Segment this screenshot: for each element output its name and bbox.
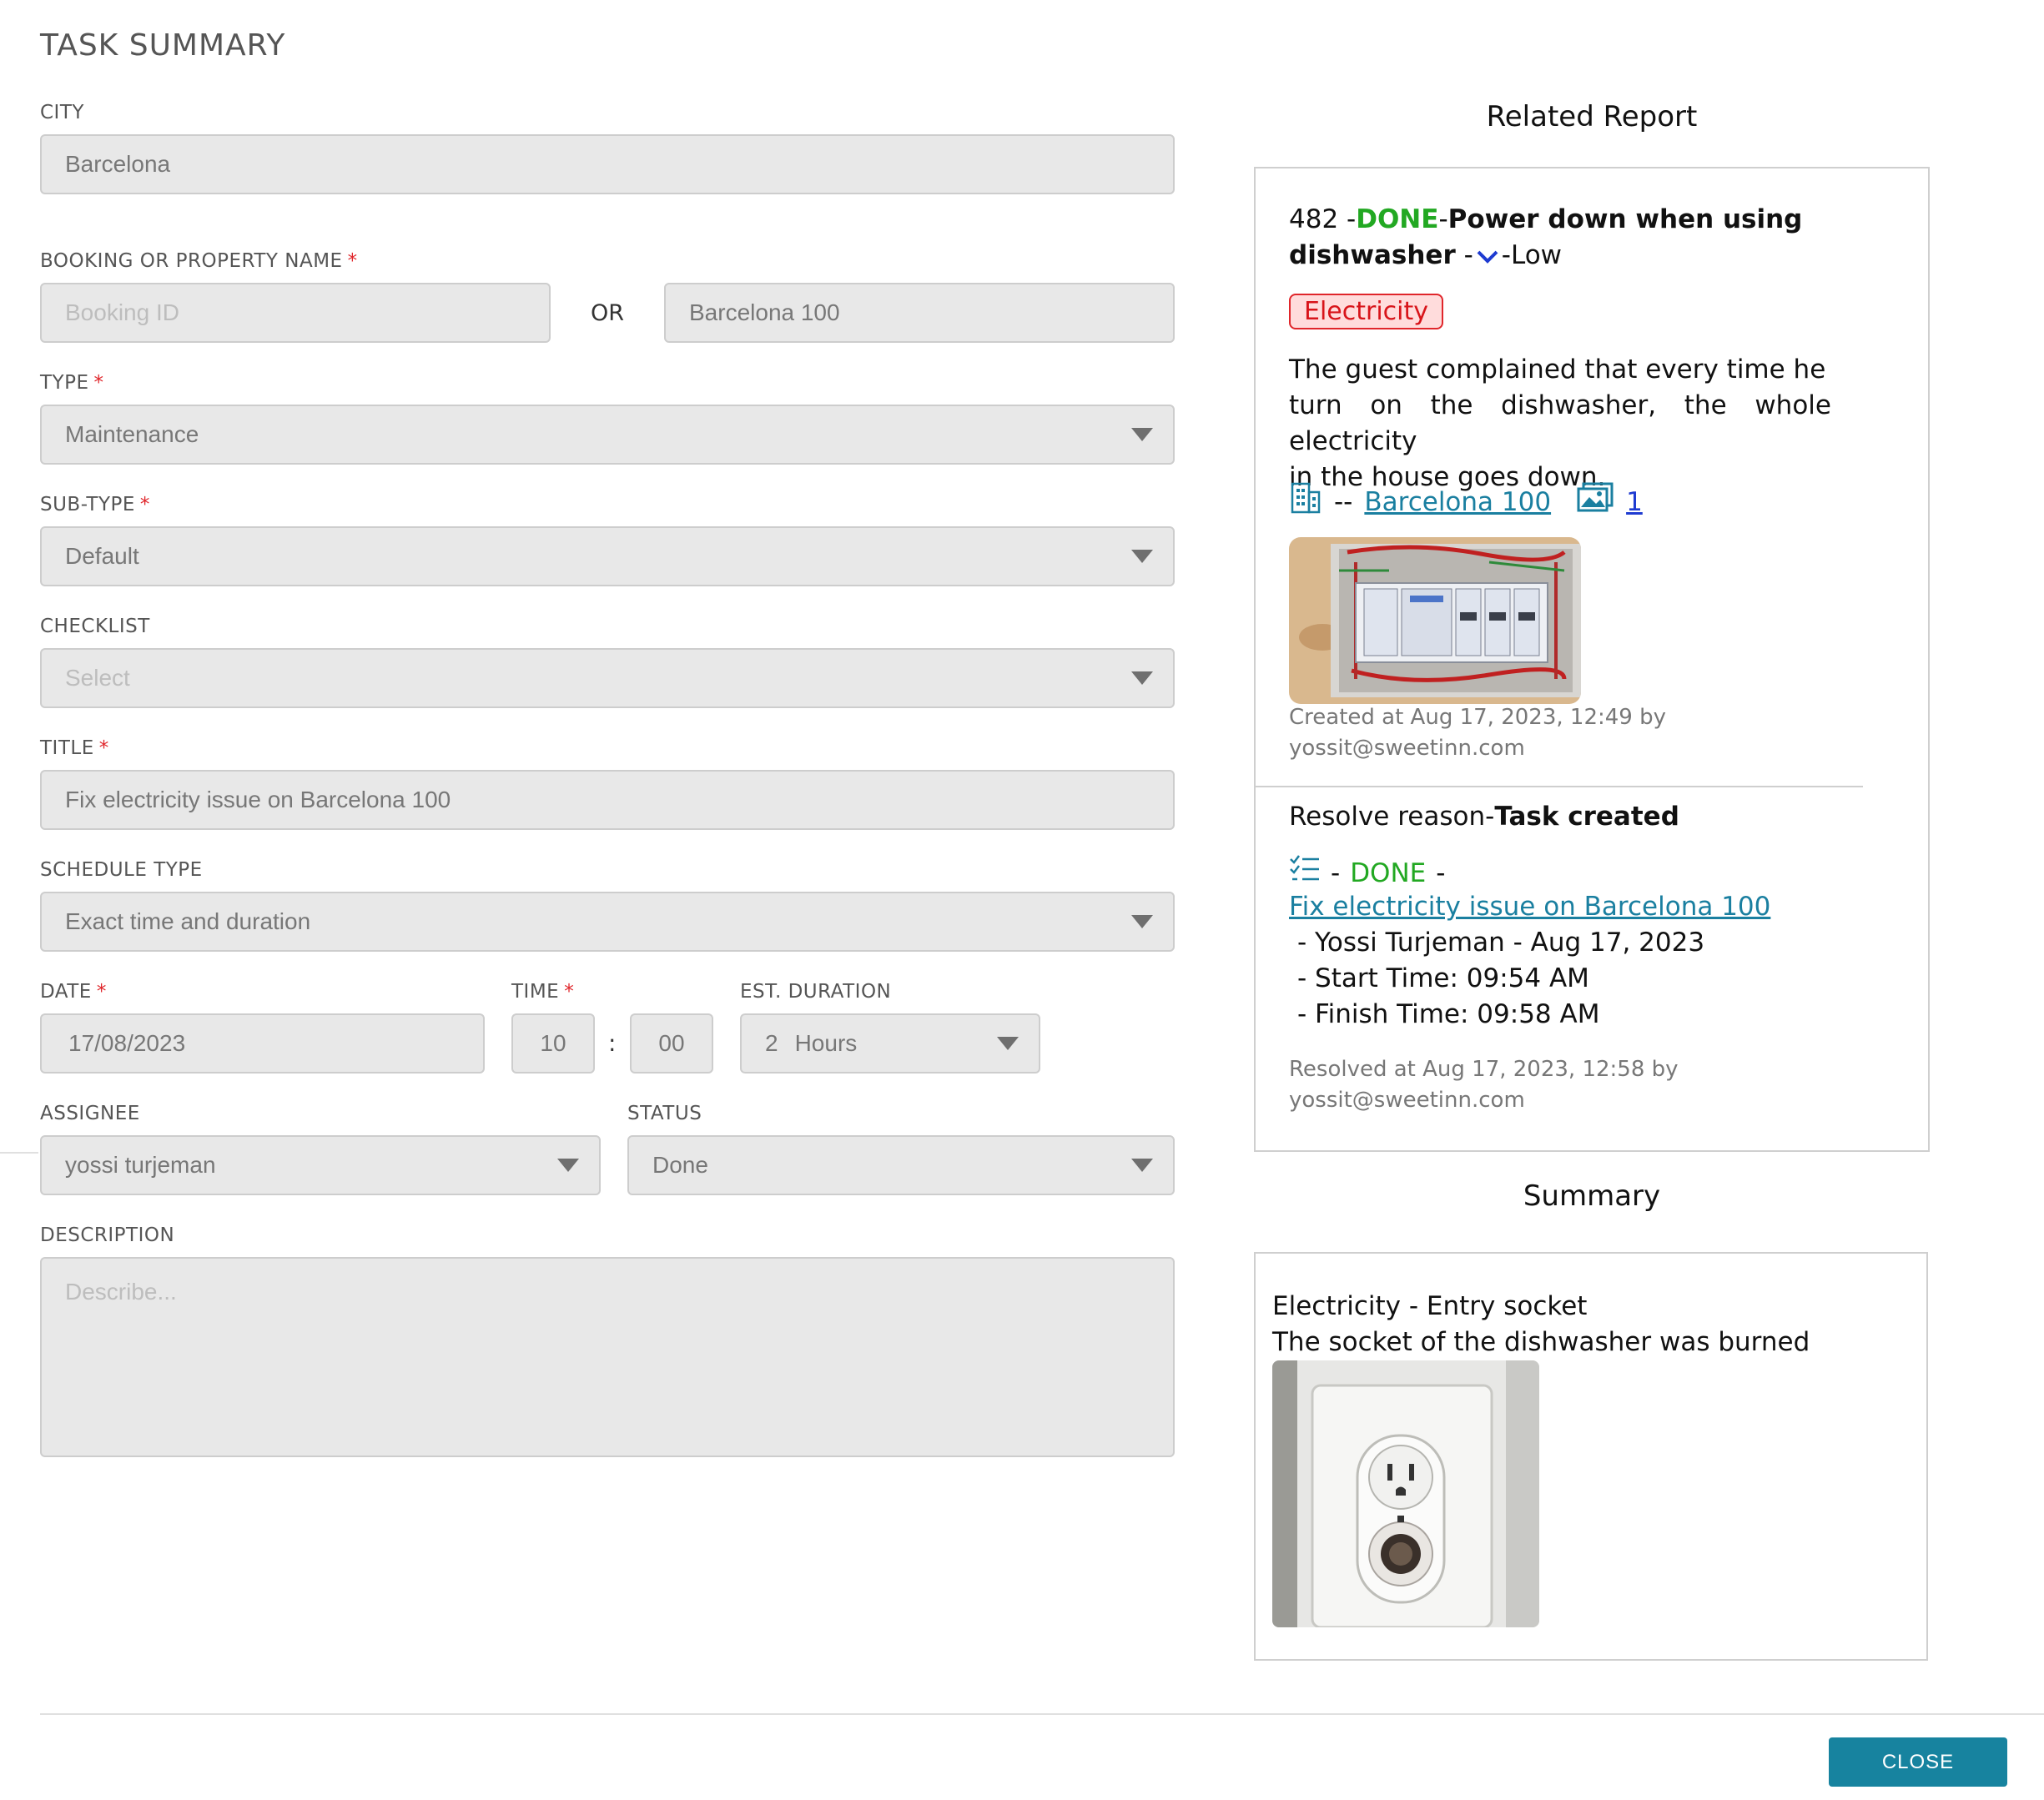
- description-textarea[interactable]: Describe...: [40, 1257, 1175, 1457]
- task-link[interactable]: Fix electricity issue on Barcelona 100: [1289, 892, 1770, 922]
- date-label: DATE *: [40, 981, 107, 1003]
- task-link-block: Fix electricity issue on Barcelona 100 -…: [1289, 892, 1771, 1029]
- category-tag: Electricity: [1289, 294, 1444, 329]
- report-status: DONE: [1356, 204, 1439, 234]
- time-minute-input[interactable]: 00: [630, 1013, 713, 1073]
- booking-label: BOOKING OR PROPERTY NAME *: [40, 250, 358, 272]
- task-status-row: - DONE -: [1289, 854, 1445, 892]
- description-label: DESCRIPTION: [40, 1224, 175, 1246]
- duration-select[interactable]: 2 Hours: [740, 1013, 1040, 1073]
- chevron-down-icon: [1131, 428, 1153, 441]
- time-hour-input[interactable]: 10: [511, 1013, 595, 1073]
- city-field[interactable]: Barcelona: [40, 134, 1175, 194]
- status-label: STATUS: [627, 1103, 702, 1124]
- image-gallery-icon[interactable]: [1576, 481, 1614, 523]
- booking-id-input[interactable]: Booking ID: [40, 283, 551, 343]
- checklist-icon: [1289, 854, 1321, 892]
- type-select[interactable]: Maintenance: [40, 405, 1175, 465]
- assignee-label: ASSIGNEE: [40, 1103, 140, 1124]
- building-icon: [1289, 480, 1322, 524]
- duration-label: EST. DURATION: [740, 981, 892, 1003]
- type-label: TYPE *: [40, 372, 104, 394]
- schedule-type-label: SCHEDULE TYPE: [40, 859, 203, 881]
- time-separator: :: [608, 1029, 617, 1057]
- footer-divider: [40, 1713, 2044, 1715]
- title-input[interactable]: Fix electricity issue on Barcelona 100: [40, 770, 1175, 830]
- checklist-label: CHECKLIST: [40, 616, 150, 637]
- summary-photo[interactable]: [1272, 1360, 1539, 1627]
- photo-count-link[interactable]: 1: [1626, 485, 1643, 520]
- property-link[interactable]: Barcelona 100: [1364, 485, 1551, 520]
- chevron-down-icon: [1477, 239, 1498, 274]
- assignee-select[interactable]: yossi turjeman: [40, 1135, 601, 1195]
- schedule-type-select[interactable]: Exact time and duration: [40, 892, 1175, 952]
- chevron-down-icon: [997, 1037, 1019, 1050]
- report-location-row: -- Barcelona 100 1: [1289, 480, 1643, 524]
- chevron-down-icon: [1131, 1159, 1153, 1172]
- resolve-reason: Resolve reason-Task created: [1289, 802, 1679, 832]
- or-label: OR: [591, 300, 625, 326]
- chevron-down-icon: [1131, 550, 1153, 563]
- report-priority: Low: [1510, 240, 1563, 270]
- date-input[interactable]: 17/08/2023: [40, 1013, 485, 1073]
- subtype-select[interactable]: Default: [40, 526, 1175, 586]
- status-select[interactable]: Done: [627, 1135, 1175, 1195]
- chevron-down-icon: [557, 1159, 579, 1172]
- summary-card: Electricity - Entry socket The socket of…: [1254, 1252, 1928, 1661]
- summary-text: Electricity - Entry socket The socket of…: [1272, 1291, 1810, 1357]
- report-photo-thumbnail[interactable]: [1289, 537, 1581, 704]
- resolved-info: Resolved at Aug 17, 2023, 12:58 by yossi…: [1289, 1057, 1679, 1113]
- chevron-down-icon: [1131, 915, 1153, 928]
- related-report-card: 482 -DONE-Power down when using dishwash…: [1254, 167, 1930, 1152]
- related-report-heading: Related Report: [1486, 100, 1698, 133]
- divider: [0, 1152, 38, 1154]
- chevron-down-icon: [1131, 671, 1153, 685]
- page-title: TASK SUMMARY: [40, 28, 286, 63]
- task-status: DONE: [1350, 857, 1427, 888]
- time-label: TIME *: [511, 981, 575, 1003]
- report-description: The guest complained that every time he …: [1289, 354, 1831, 492]
- summary-heading: Summary: [1523, 1179, 1661, 1213]
- divider: [1256, 786, 1863, 787]
- title-label: TITLE *: [40, 737, 109, 759]
- property-name-input[interactable]: Barcelona 100: [664, 283, 1175, 343]
- city-label: CITY: [40, 102, 84, 123]
- report-title: 482 -DONE-Power down when using dishwash…: [1289, 202, 1906, 274]
- checklist-select[interactable]: Select: [40, 648, 1175, 708]
- created-info: Created at Aug 17, 2023, 12:49 by yossit…: [1289, 705, 1666, 761]
- close-button[interactable]: CLOSE: [1829, 1737, 2007, 1787]
- subtype-label: SUB-TYPE *: [40, 494, 150, 515]
